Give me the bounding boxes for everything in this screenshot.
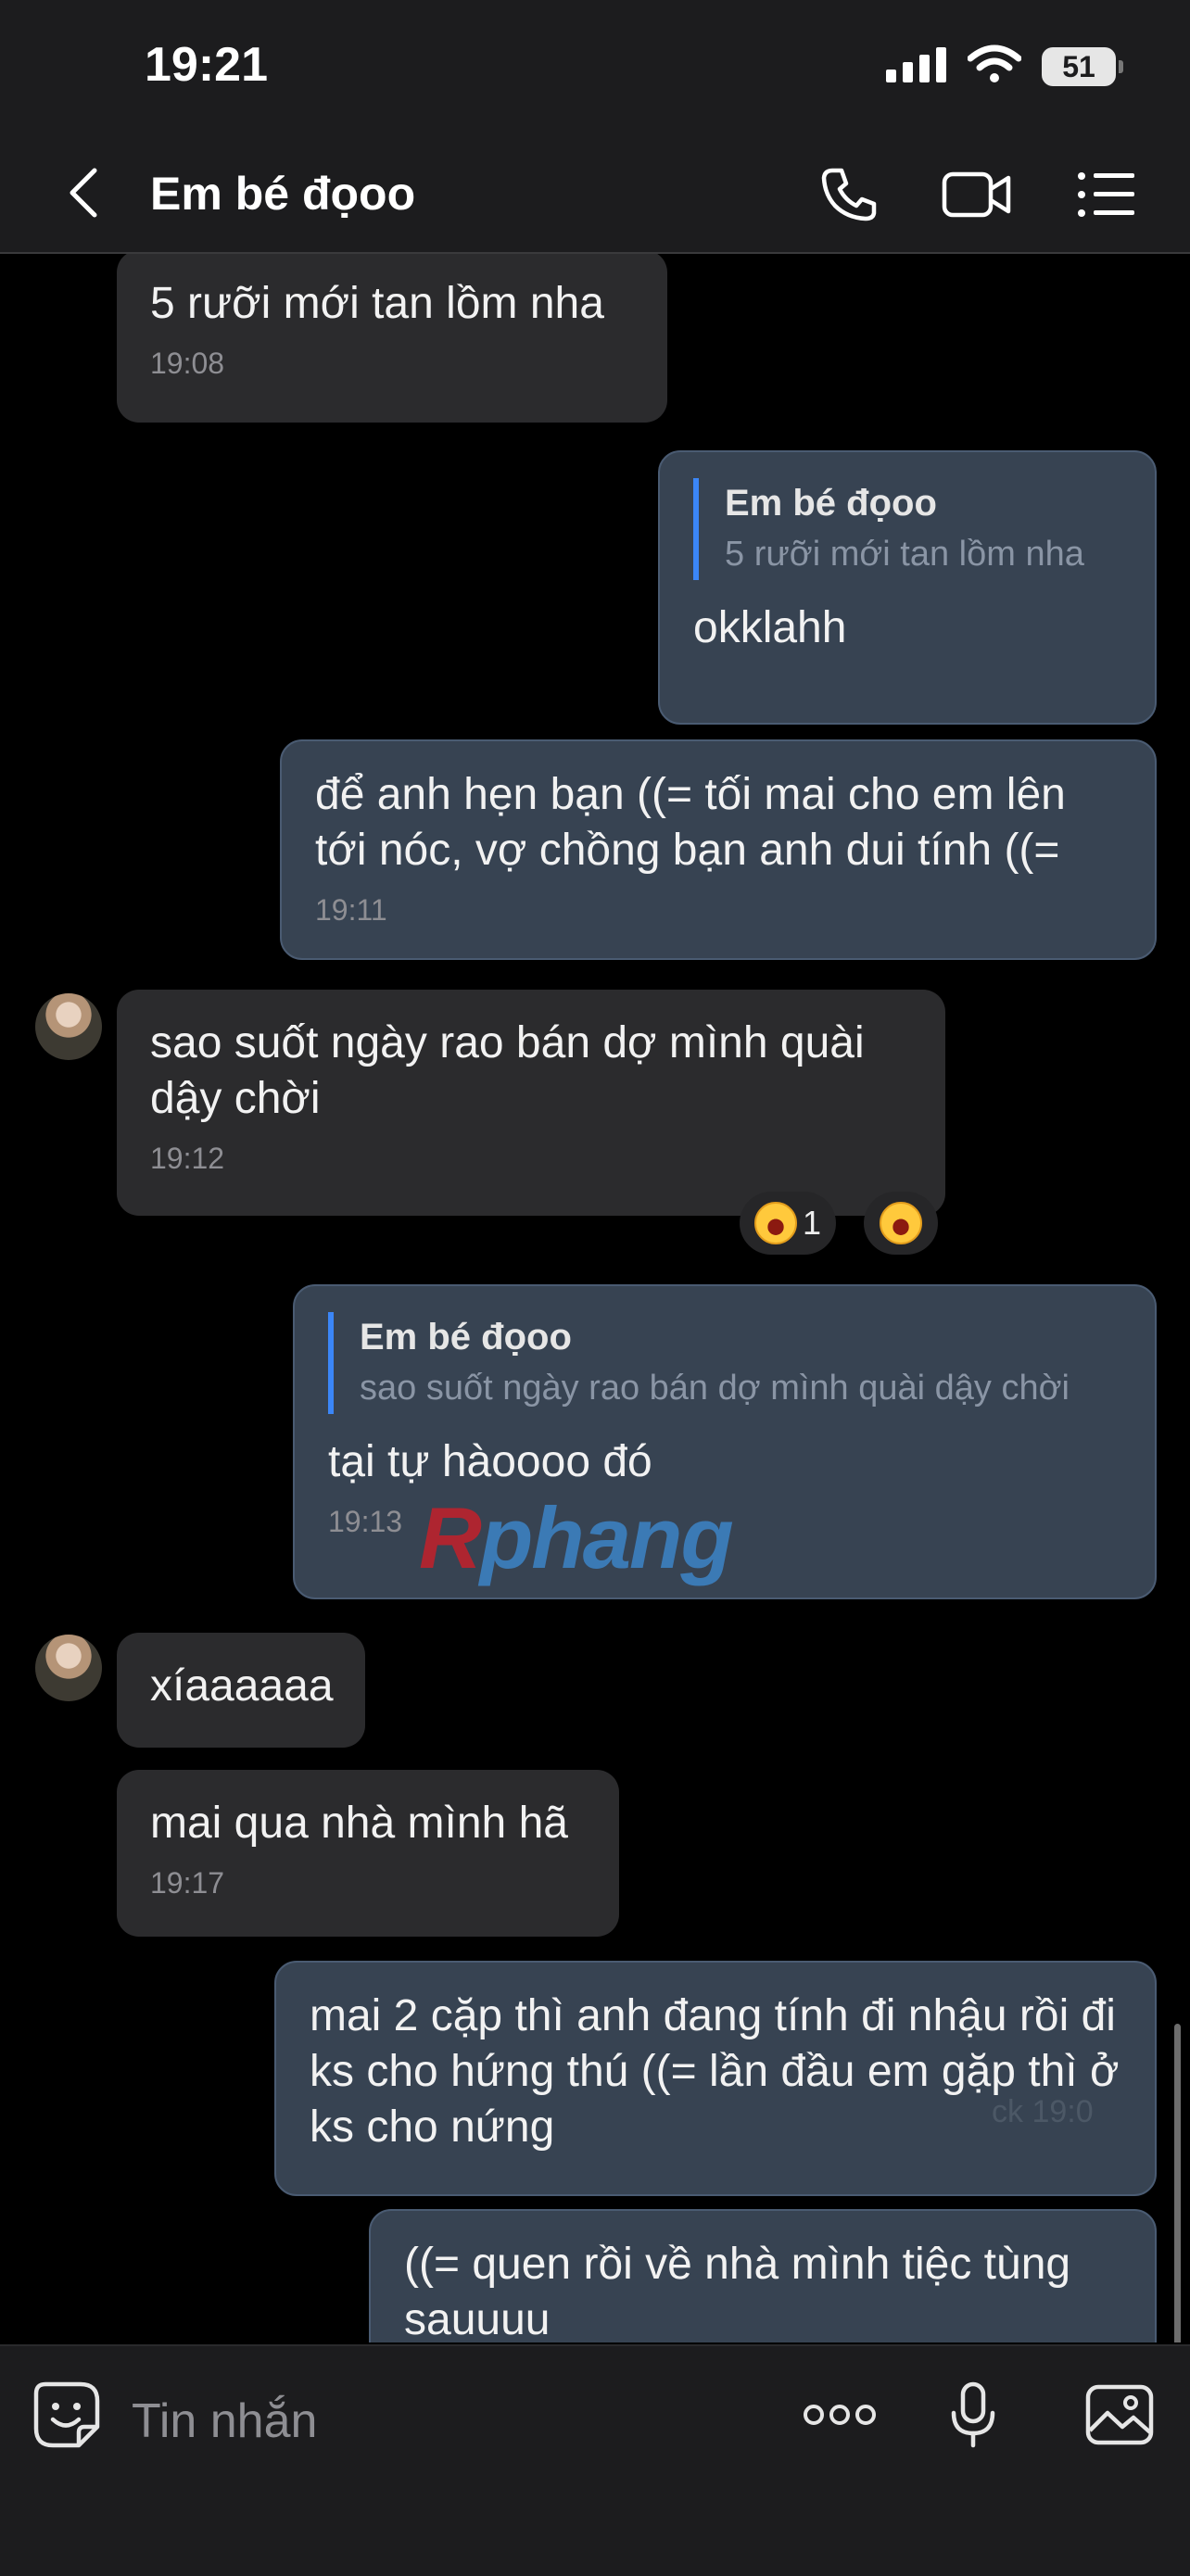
message-text: 5 rưỡi mới tan lồm nha	[150, 279, 604, 328]
quoted-reply[interactable]: Em bé đọoo 5 rưỡi mới tan lồm nha	[693, 478, 1121, 580]
message-text: ((= quen rồi về nhà mình tiệc tùng sauuu…	[404, 2240, 1071, 2342]
chat-header: Em bé đọoo	[0, 139, 1190, 254]
chevron-left-icon	[65, 167, 102, 223]
reaction-count: 1	[802, 1204, 822, 1242]
quote-author: Em bé đọoo	[360, 1317, 572, 1357]
message-time: 19:13	[328, 1505, 403, 1538]
image-icon	[1085, 2384, 1154, 2450]
message-time: 19:12	[150, 1142, 225, 1175]
voice-call-button[interactable]	[814, 161, 884, 232]
message-text: sao suốt ngày rao bán dợ mình quài dậy c…	[150, 1018, 865, 1123]
message-bubble-outgoing[interactable]: mai 2 cặp thì anh đang tính đi nhậu rồi …	[274, 1961, 1157, 2196]
message-text: để anh hẹn bạn ((= tối mai cho em lên tớ…	[315, 770, 1066, 875]
sticker-face-icon	[32, 2380, 101, 2454]
microphone-icon	[949, 2381, 997, 2453]
message-bubble-incoming[interactable]: sao suốt ngày rao bán dợ mình quài dậy c…	[117, 990, 945, 1216]
sticker-button[interactable]	[30, 2380, 104, 2454]
message-bubble-outgoing[interactable]: Em bé đọoo 5 rưỡi mới tan lồm nha okklah…	[658, 450, 1157, 725]
ghost-text: ck 19:0	[992, 2094, 1094, 2129]
add-reaction-button[interactable]	[864, 1192, 938, 1255]
quote-text: sao suốt ngày rao bán dợ mình quài dậy c…	[360, 1369, 1070, 1408]
message-composer	[0, 2344, 1190, 2576]
more-dots-icon	[802, 2403, 878, 2431]
reaction-summary[interactable]: 1	[740, 1192, 836, 1255]
back-button[interactable]	[56, 167, 111, 222]
message-time: 19:17	[150, 1866, 225, 1900]
message-text: tại tự hàoooo đó	[328, 1437, 652, 1486]
contact-avatar[interactable]	[35, 993, 102, 1060]
battery-indicator: 51	[1042, 46, 1123, 86]
contact-avatar[interactable]	[35, 1635, 102, 1701]
video-camera-icon	[942, 169, 1012, 225]
laughing-face-icon	[753, 1202, 797, 1244]
message-bubble-outgoing[interactable]: Em bé đọoo sao suốt ngày rao bán dợ mình…	[293, 1284, 1157, 1599]
quote-author: Em bé đọoo	[725, 483, 937, 524]
quote-text: 5 rưỡi mới tan lồm nha	[725, 535, 1084, 574]
status-time: 19:21	[145, 38, 268, 92]
status-bar: 19:21 51	[0, 0, 1190, 139]
message-text: mai qua nhà mình hã	[150, 1799, 568, 1848]
contact-name[interactable]: Em bé đọoo	[150, 167, 415, 221]
phone-icon	[819, 165, 879, 229]
video-call-button[interactable]	[942, 161, 1012, 232]
voice-message-button[interactable]	[936, 2380, 1010, 2454]
message-text: mai 2 cặp thì anh đang tính đi nhậu rồi …	[310, 1991, 1120, 2152]
laughing-face-icon	[880, 1202, 922, 1244]
send-image-button[interactable]	[1082, 2380, 1157, 2454]
message-bubble-incoming[interactable]: xíaaaaaa	[117, 1633, 365, 1748]
message-text: okklahh	[693, 603, 847, 652]
chat-menu-button[interactable]	[1071, 161, 1142, 232]
message-bubble-outgoing[interactable]: ((= quen rồi về nhà mình tiệc tùng sauuu…	[369, 2209, 1157, 2342]
more-options-button[interactable]	[801, 2380, 879, 2454]
message-bubble-incoming[interactable]: 5 rưỡi mới tan lồm nha 19:08	[117, 254, 667, 423]
message-list[interactable]: 5 rưỡi mới tan lồm nha 19:08 Em bé đọoo …	[0, 254, 1190, 2342]
list-menu-icon	[1077, 171, 1136, 222]
message-bubble-outgoing[interactable]: để anh hẹn bạn ((= tối mai cho em lên tớ…	[280, 739, 1157, 960]
quoted-reply[interactable]: Em bé đọoo sao suốt ngày rao bán dợ mình…	[328, 1312, 1121, 1414]
message-time: 19:11	[315, 893, 387, 927]
message-text: xíaaaaaa	[150, 1661, 334, 1711]
wifi-icon	[967, 44, 1022, 88]
scrollbar[interactable]	[1174, 2024, 1181, 2342]
message-input[interactable]	[130, 2383, 745, 2459]
status-icons: 51	[886, 44, 1123, 88]
cellular-signal-icon	[886, 45, 947, 87]
message-time: 19:08	[150, 347, 225, 380]
message-bubble-incoming[interactable]: mai qua nhà mình hã 19:17	[117, 1770, 619, 1937]
